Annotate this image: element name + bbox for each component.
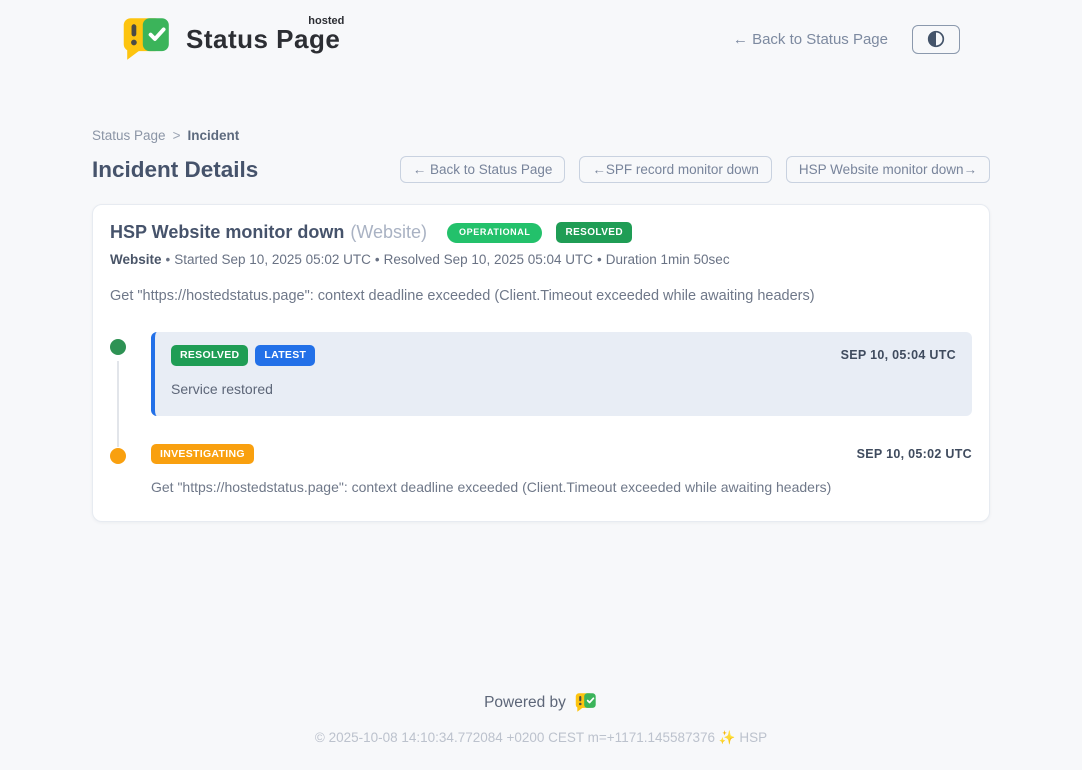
incident-card: HSP Website monitor down(Website) OPERAT… [92,204,990,522]
main-content: Status Page > Incident Incident Details ← … [92,70,990,522]
timeline-event-latest: RESOLVED LATEST SEP 10, 05:04 UTC Servic… [110,332,972,416]
header: Status Page hosted ← Back to Status Page [0,0,1082,70]
theme-toggle-button[interactable] [912,25,960,54]
incident-component: (Website) [350,222,427,242]
incident-timeline: RESOLVED LATEST SEP 10, 05:04 UTC Servic… [110,332,972,495]
logo-text: Status Page hosted [186,24,340,55]
resolved-status-badge: RESOLVED [556,222,631,243]
event-body: INVESTIGATING SEP 10, 05:02 UTC Get "htt… [151,441,972,496]
meta-resolved: Resolved Sep 10, 2025 05:04 UTC [384,252,593,267]
powered-by-label: Powered by [484,694,566,712]
meta-started: Started Sep 10, 2025 05:02 UTC [174,252,371,267]
back-to-status-page-button[interactable]: ← Back to Status Page [400,156,566,183]
meta-bullet: • [375,252,380,267]
meta-component: Website [110,252,162,267]
event-card-highlighted: RESOLVED LATEST SEP 10, 05:04 UTC Servic… [151,332,972,416]
investigating-dot-icon [110,448,126,464]
prev-incident-button[interactable]: ←SPF record monitor down [579,156,772,183]
event-message: Service restored [171,381,956,397]
event-timestamp: SEP 10, 05:04 UTC [841,348,956,362]
timeline-marker [110,332,151,416]
incident-nav-buttons: ← Back to Status Page ←SPF record monito… [400,156,990,183]
incident-meta: Website•Started Sep 10, 2025 05:02 UTC•R… [110,252,972,267]
event-timestamp: SEP 10, 05:02 UTC [857,447,972,461]
event-message: Get "https://hostedstatus.page": context… [151,479,972,495]
footer: Powered by © 2025-10-08 14:10:34.772084 … [0,692,1082,770]
next-incident-button[interactable]: HSP Website monitor down→ [786,156,990,183]
timeline-event-investigating: INVESTIGATING SEP 10, 05:02 UTC Get "htt… [110,441,972,496]
incident-title: HSP Website monitor down(Website) [110,222,427,243]
status-page-logo-icon [122,16,174,62]
operational-status-badge: OPERATIONAL [447,223,542,243]
resolved-dot-icon [110,339,126,355]
timeline-connector [117,361,119,447]
meta-bullet: • [166,252,171,267]
page-title: Incident Details [92,157,258,183]
copyright: © 2025-10-08 14:10:34.772084 +0200 CEST … [0,730,1082,746]
breadcrumb: Status Page > Incident [92,128,990,143]
meta-duration: Duration 1min 50sec [606,252,730,267]
event-status-badge: INVESTIGATING [151,444,254,465]
breadcrumb-current: Incident [187,128,239,143]
logo[interactable]: Status Page hosted [122,16,340,62]
theme-toggle-icon [926,29,946,49]
footer-logo-icon [575,692,598,713]
event-status-badge: RESOLVED [171,345,248,366]
back-to-status-page-link[interactable]: ← Back to Status Page [733,31,888,48]
powered-by-link[interactable]: Powered by [484,692,598,713]
meta-bullet: • [597,252,602,267]
breadcrumb-root[interactable]: Status Page [92,128,166,143]
incident-description: Get "https://hostedstatus.page": context… [110,288,972,304]
logo-superscript: hosted [308,15,344,27]
breadcrumb-separator: > [173,128,181,143]
event-latest-badge: LATEST [255,345,315,366]
timeline-marker [110,441,151,496]
